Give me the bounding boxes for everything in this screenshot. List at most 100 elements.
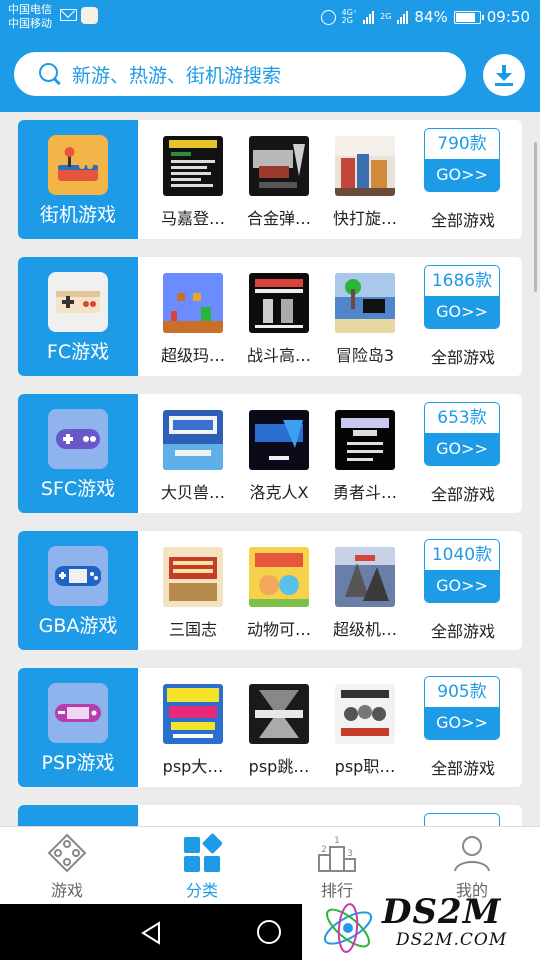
game-thumbnail [163, 136, 223, 196]
system-nav-bar [0, 904, 302, 960]
game-name: 超级玛… [160, 346, 225, 365]
game-item[interactable]: 三国志 [152, 531, 234, 650]
watermark-url: DS2M.COM [396, 930, 508, 950]
psp-handheld-icon [48, 683, 108, 743]
app-notification-icon [81, 7, 98, 24]
game-count: 905款 [437, 682, 487, 702]
category-list[interactable]: 街机游戏 马嘉登… 合金弹… 快打旋… 790款 GO>> 全部游戏 FC游戏 … [0, 112, 540, 826]
game-name: 大贝兽… [160, 483, 225, 502]
category-card-fc: FC游戏 超级玛… 战斗高… 冒险岛3 1686款 GO>> 全部游戏 [18, 257, 522, 376]
game-thumbnail [249, 547, 309, 607]
tab-ranking[interactable]: 1 2 3 排行 [292, 827, 382, 905]
game-name: 洛克人X [249, 483, 309, 502]
game-name: 动物可… [246, 620, 311, 639]
svg-text:3: 3 [347, 849, 353, 859]
category-label: 街机游戏 [39, 204, 116, 226]
search-bar[interactable]: 新游、热游、街机游搜索 [14, 52, 466, 96]
category-psp[interactable]: PSP游戏 [18, 668, 138, 787]
game-item[interactable]: 洛克人X [238, 394, 320, 513]
game-name: psp职… [334, 757, 396, 776]
game-item[interactable]: 超级玛… [152, 257, 234, 376]
alarm-clock-icon [320, 9, 336, 25]
game-count: 790款 [437, 134, 487, 154]
game-thumbnail [249, 410, 309, 470]
game-item[interactable]: psp大… [152, 668, 234, 787]
gamepad-tab-icon [47, 833, 87, 873]
tab-label: 游戏 [50, 881, 83, 900]
back-icon[interactable] [140, 921, 162, 945]
game-name: 马嘉登… [160, 209, 225, 228]
sfc-gamepad-icon [48, 409, 108, 469]
battery-icon [453, 10, 484, 24]
game-thumbnail [335, 547, 395, 607]
category-card-arcade: 街机游戏 马嘉登… 合金弹… 快打旋… 790款 GO>> 全部游戏 [18, 120, 522, 239]
category-arcade[interactable]: 街机游戏 [18, 120, 138, 239]
game-thumbnail [163, 273, 223, 333]
go-label: GO>> [425, 433, 499, 465]
category-label: FC游戏 [46, 341, 110, 363]
scrollbar[interactable] [534, 142, 537, 292]
gba-handheld-icon [48, 546, 108, 606]
network-type-2: 2G [380, 12, 392, 21]
game-thumbnail [163, 410, 223, 470]
watermark: DS2M DS2M.COM [302, 892, 540, 960]
go-button[interactable]: 1040款 GO>> [424, 539, 500, 603]
game-name: 超级机… [332, 620, 397, 639]
game-name: 勇者斗… [332, 483, 397, 502]
game-item[interactable]: 战斗高… [238, 257, 320, 376]
game-item[interactable]: 快打旋… [324, 120, 406, 239]
go-button[interactable]: 1686款 GO>> [424, 265, 500, 329]
svg-text:1: 1 [334, 836, 340, 846]
category-partial[interactable] [18, 805, 138, 826]
game-thumbnail [335, 136, 395, 196]
go-label: GO>> [425, 159, 499, 191]
go-label: GO>> [425, 707, 499, 739]
go-button-partial[interactable] [424, 813, 500, 826]
search-icon [39, 63, 61, 85]
game-thumbnail [249, 684, 309, 744]
ds2m-logo-icon [323, 903, 373, 953]
clock-time: 09:50 [486, 8, 530, 26]
tab-games[interactable]: 游戏 [22, 827, 112, 905]
category-label: GBA游戏 [38, 615, 118, 637]
go-button[interactable]: 653款 GO>> [424, 402, 500, 466]
all-games-link[interactable]: 全部游戏 [418, 481, 508, 505]
network-type-1: 4G⁺ 2G [342, 9, 358, 25]
game-item[interactable]: 勇者斗… [324, 394, 406, 513]
game-thumbnail [163, 684, 223, 744]
tab-category[interactable]: 分类 [157, 827, 247, 905]
game-name: psp跳… [248, 757, 310, 776]
game-name: 合金弹… [246, 209, 311, 228]
go-button[interactable]: 790款 GO>> [424, 128, 500, 192]
app-header: 新游、热游、街机游搜索 [0, 36, 540, 112]
fc-gamepad-icon [48, 272, 108, 332]
category-card-gba: GBA游戏 三国志 动物可… 超级机… 1040款 GO>> 全部游戏 [18, 531, 522, 650]
game-item[interactable]: 冒险岛3 [324, 257, 406, 376]
game-thumbnail [335, 684, 395, 744]
category-fc[interactable]: FC游戏 [18, 257, 138, 376]
all-games-link[interactable]: 全部游戏 [418, 207, 508, 231]
home-icon[interactable] [257, 920, 281, 944]
game-name: psp大… [162, 757, 224, 776]
game-count: 653款 [437, 408, 487, 428]
game-item[interactable]: 动物可… [238, 531, 320, 650]
status-right: 4G⁺ 2G 2G 84% 09:50 [320, 8, 530, 26]
all-games-link[interactable]: 全部游戏 [418, 755, 508, 779]
game-item[interactable]: 合金弹… [238, 120, 320, 239]
go-button[interactable]: 905款 GO>> [424, 676, 500, 740]
game-item[interactable]: 大贝兽… [152, 394, 234, 513]
battery-percent: 84% [414, 8, 448, 26]
all-games-link[interactable]: 全部游戏 [418, 618, 508, 642]
game-thumbnail [335, 273, 395, 333]
category-sfc[interactable]: SFC游戏 [18, 394, 138, 513]
game-item[interactable]: 马嘉登… [152, 120, 234, 239]
game-item[interactable]: psp职… [324, 668, 406, 787]
game-item[interactable]: psp跳… [238, 668, 320, 787]
download-button[interactable] [483, 54, 525, 96]
all-games-link[interactable]: 全部游戏 [418, 344, 508, 368]
game-item[interactable]: 超级机… [324, 531, 406, 650]
game-thumbnail [335, 410, 395, 470]
category-gba[interactable]: GBA游戏 [18, 531, 138, 650]
game-thumbnail [249, 273, 309, 333]
carrier-2: 中国移动 [8, 17, 52, 30]
